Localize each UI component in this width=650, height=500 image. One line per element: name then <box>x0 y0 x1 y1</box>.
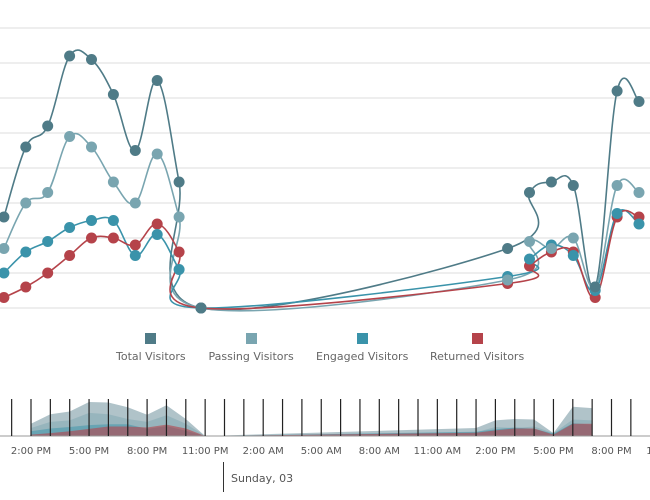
data-point[interactable] <box>86 54 97 65</box>
series-line-0 <box>3 49 640 311</box>
data-point[interactable] <box>195 302 207 314</box>
navigator-tick-label: 2:00 AM <box>243 446 284 457</box>
series-lines <box>3 49 640 312</box>
data-point[interactable] <box>64 222 76 233</box>
data-point[interactable] <box>611 180 623 191</box>
data-point[interactable] <box>20 281 32 293</box>
legend: Total Visitors Passing Visitors Engaged Vi… <box>0 333 650 367</box>
legend-item[interactable]: Engaged Visitors <box>316 333 408 363</box>
series-line-3 <box>3 209 640 310</box>
navigator-tick-label: 11:00 AM <box>414 446 461 457</box>
data-point[interactable] <box>173 176 185 188</box>
data-point[interactable] <box>633 96 645 107</box>
legend-label: Returned Visitors <box>430 350 525 363</box>
data-point[interactable] <box>173 211 185 223</box>
navigator-tick-label: 8:00 PM <box>591 446 631 457</box>
navigator <box>0 402 650 437</box>
legend-item[interactable]: Passing Visitors <box>209 333 294 363</box>
data-point[interactable] <box>173 264 185 275</box>
data-point[interactable] <box>0 243 10 254</box>
series-line-2 <box>3 209 640 309</box>
data-point[interactable] <box>151 229 163 240</box>
legend-label: Engaged Visitors <box>316 350 409 363</box>
data-point[interactable] <box>0 292 10 303</box>
navigator-tick-label: 5:00 PM <box>69 446 109 457</box>
day-separator <box>223 462 224 492</box>
navigator-tick-label: 2:00 PM <box>11 446 51 457</box>
data-point[interactable] <box>107 215 119 226</box>
data-point[interactable] <box>86 215 97 226</box>
data-point[interactable] <box>524 253 535 265</box>
data-point[interactable] <box>545 243 557 254</box>
legend-item[interactable]: Returned Visitors <box>430 333 524 363</box>
data-point[interactable] <box>42 120 54 132</box>
data-point[interactable] <box>633 218 645 230</box>
navigator-tick-label: 8:00 AM <box>359 446 400 457</box>
data-point[interactable] <box>633 187 645 198</box>
data-point[interactable] <box>545 176 557 188</box>
data-point[interactable] <box>589 281 601 293</box>
series-line-1 <box>3 132 640 312</box>
data-point[interactable] <box>86 141 97 153</box>
navigator-tick-label: 2:00 PM <box>475 446 515 457</box>
data-point[interactable] <box>42 236 54 247</box>
data-point[interactable] <box>567 180 579 191</box>
data-point[interactable] <box>151 148 163 160</box>
data-point[interactable] <box>129 145 141 156</box>
legend-swatch <box>471 333 483 344</box>
data-point[interactable] <box>64 250 76 261</box>
legend-swatch <box>245 333 257 344</box>
data-point[interactable] <box>107 89 119 100</box>
navigator-tick-label: 8:00 PM <box>127 446 167 457</box>
data-point[interactable] <box>0 211 10 223</box>
data-point[interactable] <box>107 176 119 188</box>
data-point[interactable] <box>42 187 54 198</box>
legend-swatch <box>145 333 157 344</box>
legend-swatch <box>356 333 368 344</box>
data-point[interactable] <box>64 131 76 142</box>
data-point[interactable] <box>129 239 141 251</box>
navigator-tick-label: 5:00 AM <box>301 446 342 457</box>
legend-label: Passing Visitors <box>208 350 294 363</box>
data-point[interactable] <box>20 197 32 209</box>
data-point[interactable] <box>567 232 579 244</box>
navigator-tick-label: 5:00 PM <box>533 446 573 457</box>
visitors-chart: 2:00 PM 5:00 PM 8:00 PM 11:00 PM 2:00 AM 5:00… <box>0 27 650 457</box>
data-point[interactable] <box>567 250 579 261</box>
legend-item[interactable]: Total Visitors <box>116 333 186 363</box>
data-point[interactable] <box>151 75 163 86</box>
data-point[interactable] <box>64 50 76 62</box>
data-point[interactable] <box>611 208 623 219</box>
data-point[interactable] <box>524 187 535 198</box>
grid-lines <box>0 27 650 309</box>
data-point[interactable] <box>129 250 141 261</box>
data-point[interactable] <box>173 246 185 258</box>
data-point[interactable] <box>107 232 119 244</box>
data-point[interactable] <box>20 246 32 258</box>
legend-label: Total Visitors <box>116 350 186 363</box>
data-point[interactable] <box>502 243 514 254</box>
data-point[interactable] <box>151 218 163 230</box>
navigator-tick-label: 11:00 PM <box>646 446 650 457</box>
data-point[interactable] <box>524 236 535 247</box>
data-point[interactable] <box>129 197 141 209</box>
day-label: Sunday, 03 <box>231 472 294 485</box>
navigator-tick-label: 11:00 PM <box>182 446 229 457</box>
data-point[interactable] <box>502 274 514 286</box>
data-point[interactable] <box>611 85 623 97</box>
data-point[interactable] <box>42 267 54 279</box>
data-point[interactable] <box>20 141 32 153</box>
series-points <box>0 50 645 314</box>
data-point[interactable] <box>86 232 97 244</box>
